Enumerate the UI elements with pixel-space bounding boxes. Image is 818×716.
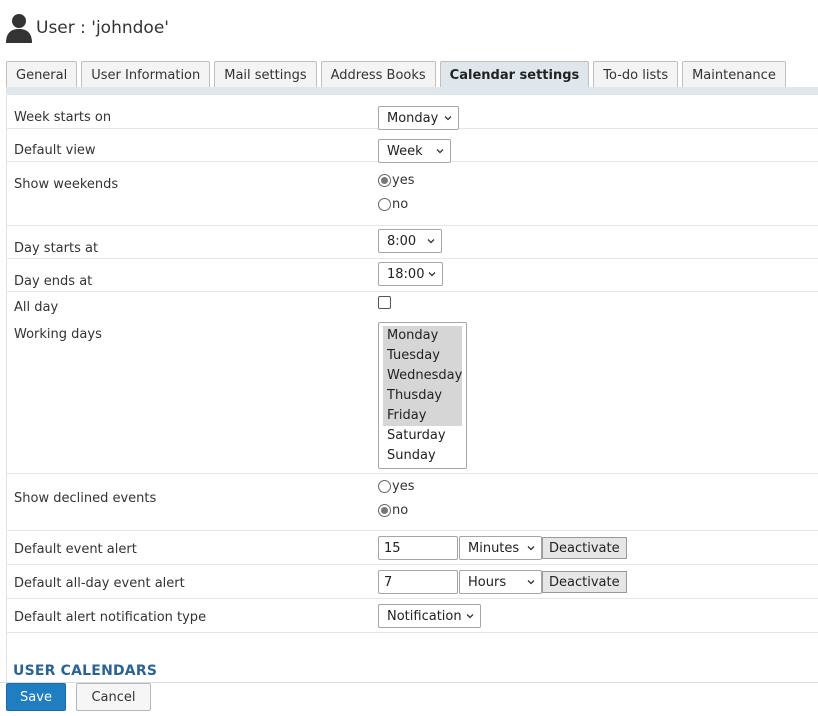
tab-label: General <box>16 67 68 83</box>
tab-maintenance[interactable]: Maintenance <box>682 61 786 88</box>
chevron-down-icon <box>466 614 474 619</box>
select-value: Monday <box>387 110 439 126</box>
select-value: 8:00 <box>387 233 417 249</box>
radio-label: no <box>392 502 409 518</box>
tab-address-books[interactable]: Address Books <box>320 61 436 88</box>
row-all-day: All day <box>6 292 818 316</box>
tab-todo-lists[interactable]: To-do lists <box>593 61 679 88</box>
radio-button[interactable] <box>378 503 391 517</box>
show-weekends-no[interactable]: no <box>378 192 414 216</box>
event-alert-unit-select[interactable]: Minutes <box>459 536 542 560</box>
allday-alert-unit-select[interactable]: Hours <box>459 570 542 594</box>
user-icon <box>6 14 32 43</box>
chevron-down-icon <box>527 546 535 551</box>
page-header: User : 'johndoe' <box>6 10 169 46</box>
all-day-checkbox[interactable] <box>378 296 391 309</box>
button-label: Cancel <box>91 689 136 705</box>
row-day-starts-at: Day starts at 8:00 <box>6 226 818 259</box>
listbox-option[interactable]: Wednesday <box>383 366 462 386</box>
tab-label: Calendar settings <box>449 67 580 83</box>
field-label: Working days <box>14 327 102 342</box>
field-label: Default view <box>14 143 96 158</box>
listbox-option[interactable]: Saturday <box>383 426 462 446</box>
button-label: Deactivate <box>549 574 620 590</box>
listbox-option[interactable]: Monday <box>383 326 462 346</box>
button-label: Save <box>20 689 52 705</box>
radio-label: yes <box>392 478 415 494</box>
tab-label: Address Books <box>330 67 426 83</box>
select-value: Week <box>387 143 423 159</box>
row-show-declined-events: Show declined events yes no <box>6 474 818 531</box>
working-days-listbox[interactable]: Monday Tuesday Wednesday Thusday Friday … <box>378 322 467 469</box>
tab-mail-settings[interactable]: Mail settings <box>214 61 317 88</box>
select-value: Hours <box>468 574 507 590</box>
select-value: Notification <box>387 608 462 624</box>
row-week-starts-on: Week starts on Monday <box>6 101 818 130</box>
tab-user-information[interactable]: User Information <box>81 61 211 88</box>
show-declined-no[interactable]: no <box>378 498 414 522</box>
listbox-option[interactable]: Friday <box>383 406 462 426</box>
listbox-option[interactable]: Sunday <box>383 446 462 466</box>
tab-general[interactable]: General <box>6 61 78 88</box>
radio-button[interactable] <box>378 197 391 211</box>
listbox-option[interactable]: Tuesday <box>383 346 462 366</box>
allday-alert-deactivate-button[interactable]: Deactivate <box>542 571 627 593</box>
chevron-down-icon <box>428 272 436 277</box>
form-footer: Save Cancel <box>0 682 818 716</box>
event-alert-deactivate-button[interactable]: Deactivate <box>542 537 627 559</box>
section-title-user-calendars: USER CALENDARS <box>13 663 158 679</box>
button-label: Deactivate <box>549 540 620 556</box>
tab-panel-top-border <box>6 87 818 95</box>
cancel-button[interactable]: Cancel <box>76 683 151 711</box>
show-declined-yes[interactable]: yes <box>378 474 414 498</box>
field-label: Default alert notification type <box>14 610 207 625</box>
tab-label: Maintenance <box>692 67 776 83</box>
tab-label: Mail settings <box>224 67 307 83</box>
row-day-ends-at: Day ends at 18:00 <box>6 259 818 292</box>
field-label: Default event alert <box>14 542 137 557</box>
row-default-alert-type: Default alert notification type Notifica… <box>6 599 818 633</box>
select-value: 18:00 <box>387 266 425 282</box>
default-view-select[interactable]: Week <box>378 139 451 163</box>
row-working-days: Working days Monday Tuesday Wednesday Th… <box>6 316 818 474</box>
radio-label: yes <box>392 172 415 188</box>
show-weekends-yes[interactable]: yes <box>378 168 414 192</box>
row-default-event-alert: Default event alert 15 Minutes Deactivat… <box>6 531 818 565</box>
day-ends-at-select[interactable]: 18:00 <box>378 262 443 286</box>
field-label: Day ends at <box>14 274 93 289</box>
listbox-option[interactable]: Thusday <box>383 386 462 406</box>
page-title: User : 'johndoe' <box>36 18 169 38</box>
tab-bar: General User Information Mail settings A… <box>6 61 818 88</box>
week-starts-on-select[interactable]: Monday <box>378 106 459 130</box>
input-value: 7 <box>384 574 393 590</box>
field-label: Day starts at <box>14 241 99 256</box>
radio-button[interactable] <box>378 479 391 493</box>
save-button[interactable]: Save <box>6 683 66 711</box>
field-label: All day <box>14 300 59 315</box>
event-alert-value-input[interactable]: 15 <box>378 536 458 560</box>
field-label: Show weekends <box>14 177 119 192</box>
row-default-allday-alert: Default all-day event alert 7 Hours Deac… <box>6 565 818 599</box>
chevron-down-icon <box>527 580 535 585</box>
select-value: Minutes <box>468 540 520 556</box>
chevron-down-icon <box>436 149 444 154</box>
row-show-weekends: Show weekends yes no <box>6 162 818 226</box>
day-starts-at-select[interactable]: 8:00 <box>378 229 442 253</box>
input-value: 15 <box>384 540 401 556</box>
field-label: Show declined events <box>14 491 157 506</box>
field-label: Default all-day event alert <box>14 576 185 591</box>
row-default-view: Default view Week <box>6 129 818 163</box>
tab-label: User Information <box>91 67 201 83</box>
allday-alert-value-input[interactable]: 7 <box>378 570 458 594</box>
chevron-down-icon <box>427 239 435 244</box>
alert-type-select[interactable]: Notification <box>378 604 481 628</box>
tab-calendar-settings[interactable]: Calendar settings <box>439 61 590 88</box>
radio-button[interactable] <box>378 173 391 187</box>
radio-label: no <box>392 196 409 212</box>
field-label: Week starts on <box>14 110 112 125</box>
tab-label: To-do lists <box>603 67 669 83</box>
chevron-down-icon <box>444 116 452 121</box>
